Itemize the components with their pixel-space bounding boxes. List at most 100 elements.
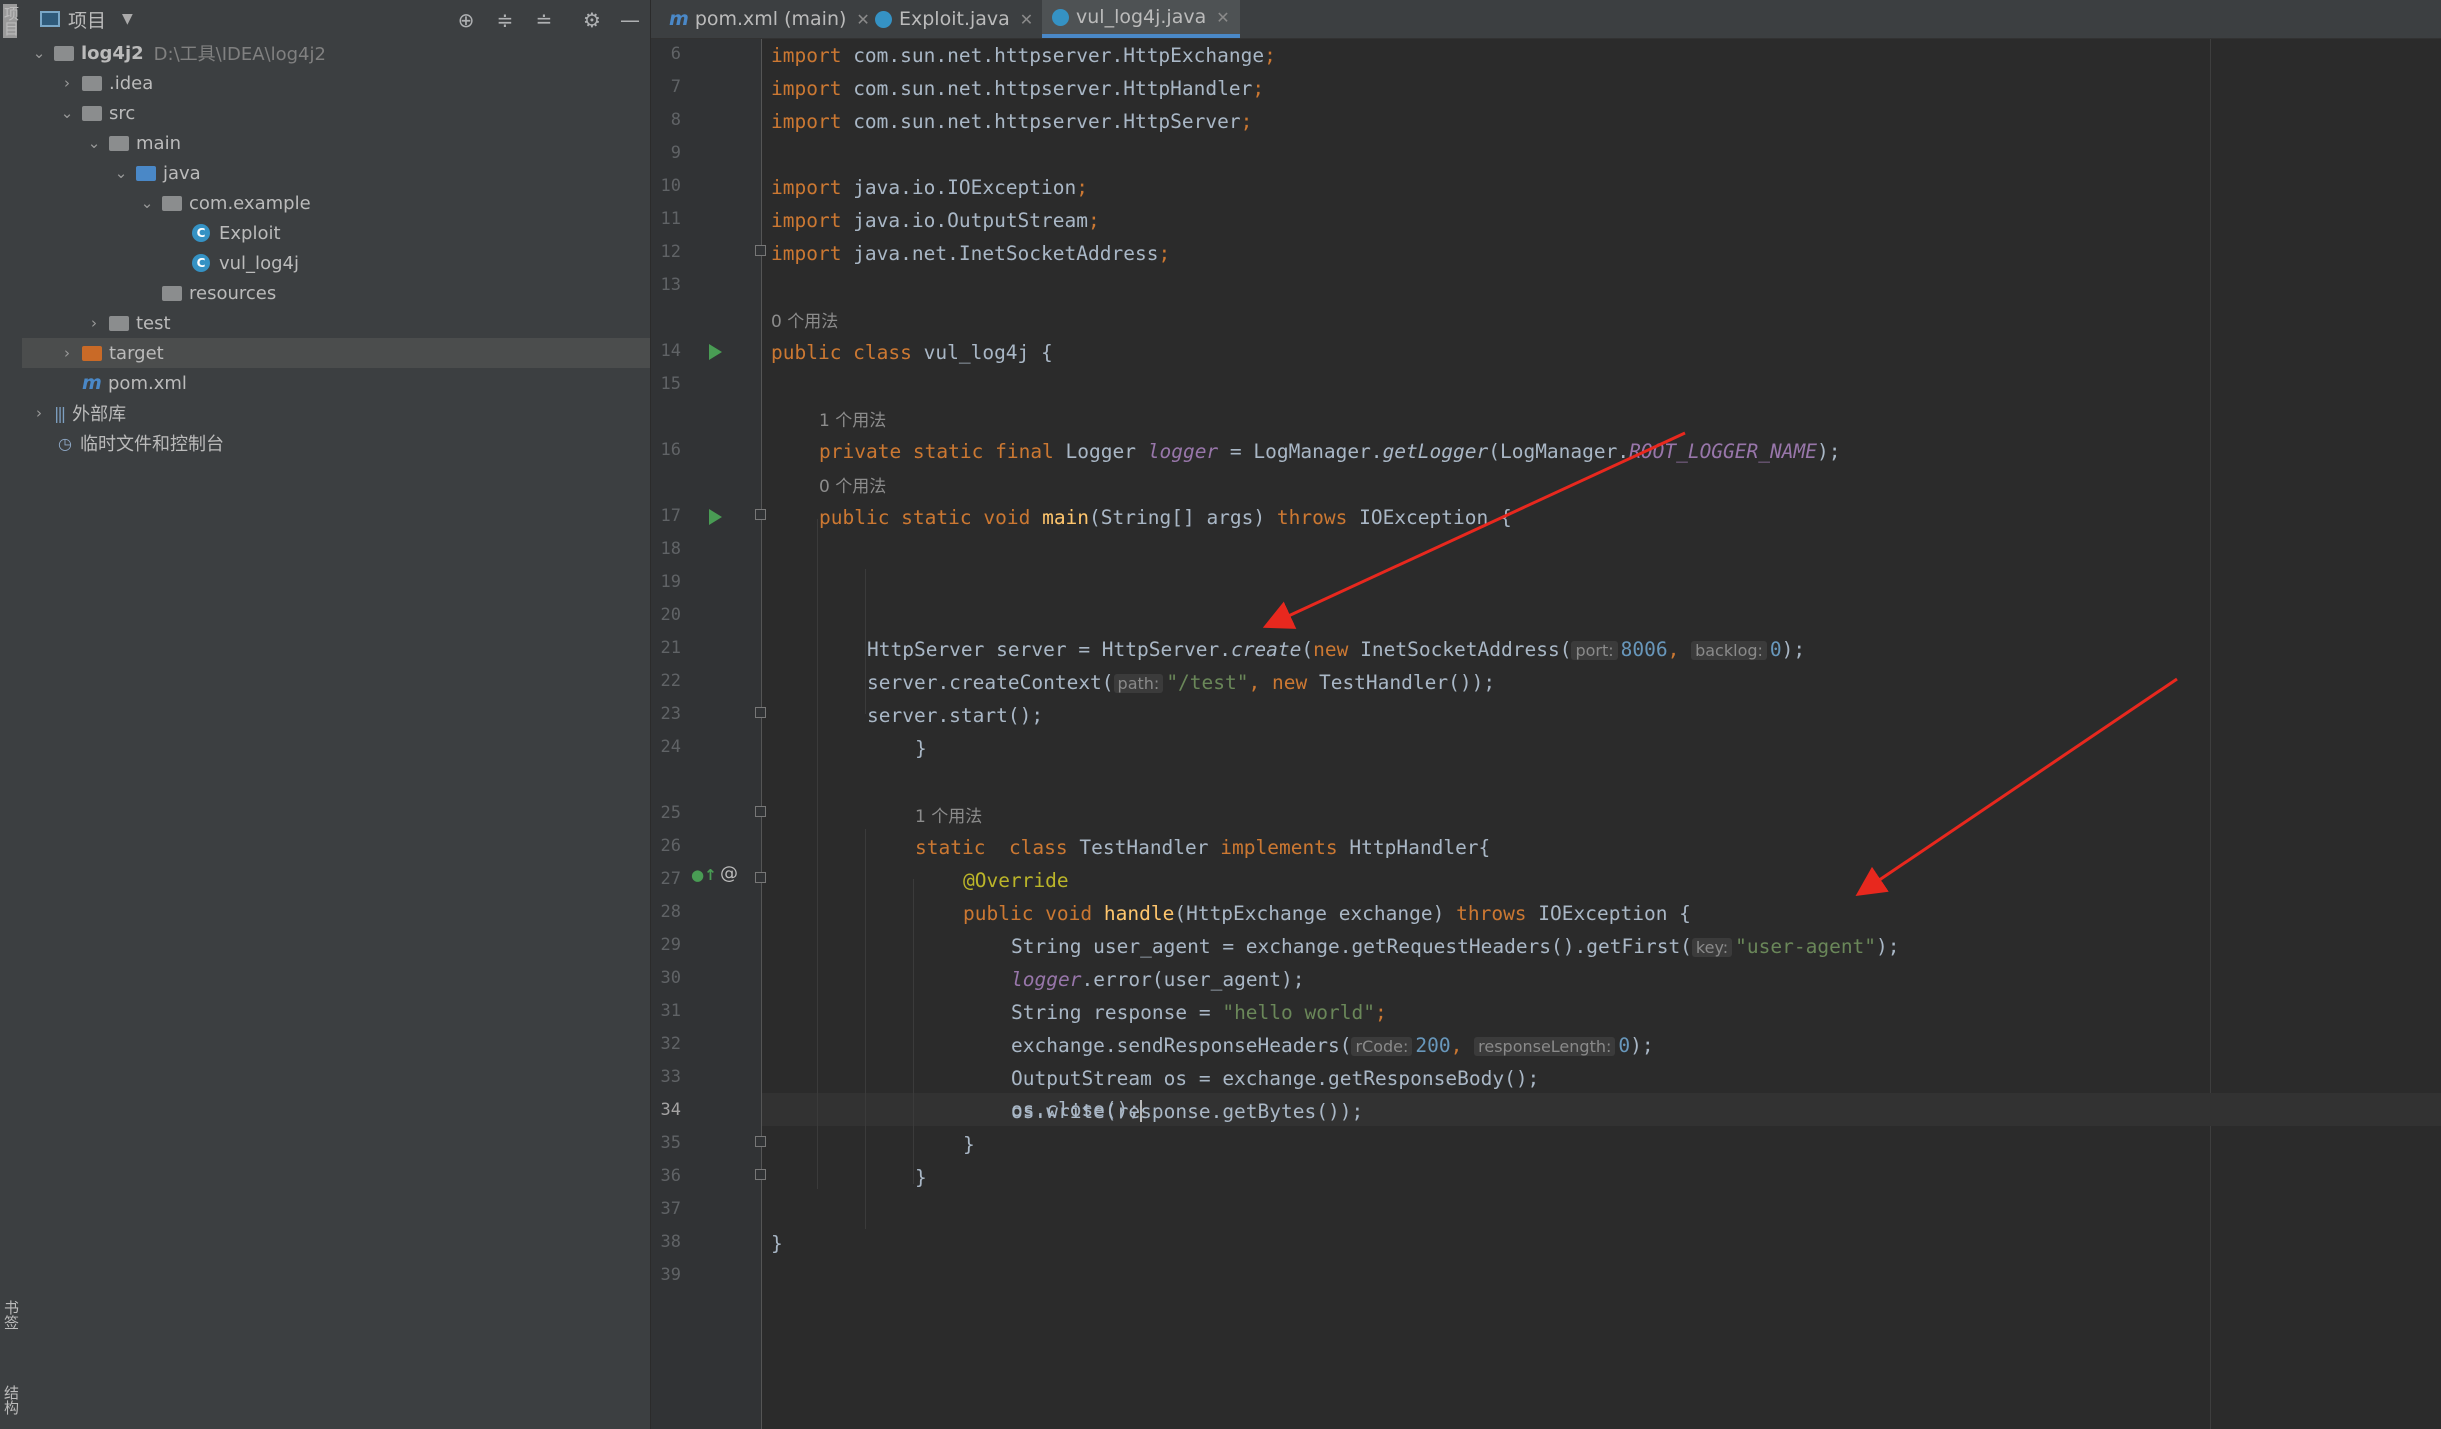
code-line-11[interactable]: import java.io.OutputStream; [771,204,1100,237]
code-token: public class [771,341,912,364]
code-token: } [771,1232,783,1255]
code-line-31[interactable]: exchange.sendResponseHeaders(rCode: 200, … [1011,1029,1654,1062]
line-number: 30 [660,968,681,988]
tree-item-idea[interactable]: › .idea [22,68,650,98]
param-hint: rCode: [1351,1037,1413,1056]
tab-vul-log4j-java[interactable]: vul_log4j.java ✕ [1042,0,1240,38]
tree-item-vul-log4j[interactable]: C vul_log4j [22,248,650,278]
fold-marker-icon[interactable] [755,707,766,718]
project-view-selector[interactable]: 项目 ▼ [40,6,133,32]
code-line-7[interactable]: import com.sun.net.httpserver.HttpHandle… [771,72,1264,105]
project-strip-label[interactable]: 项目 [2,6,20,36]
chevron-down-icon[interactable]: ⌄ [30,44,48,62]
tree-item-scratches[interactable]: ◷ 临时文件和控制台 [22,428,650,458]
tree-item-src[interactable]: ⌄ src [22,98,650,128]
fold-marker-icon[interactable] [755,872,766,883]
code-line-36[interactable]: } [915,1161,927,1194]
collapse-all-icon[interactable]: ≐ [530,6,558,34]
code-editor[interactable]: 6 7 8 9 10 11 12 13 14 15 16 17 18 19 20… [651,39,2441,1429]
expand-all-icon[interactable]: ≑ [491,6,519,34]
tree-item-resources[interactable]: resources [22,278,650,308]
bookmarks-strip-label[interactable]: 书签 [2,1300,20,1330]
chevron-right-icon[interactable]: › [58,74,76,92]
tree-item-java[interactable]: ⌄ java [22,158,650,188]
chevron-down-icon[interactable]: ⌄ [58,104,76,122]
line-number: 38 [660,1232,681,1252]
code-line-32[interactable]: OutputStream os = exchange.getResponseBo… [1011,1062,1539,1095]
tree-item-external-libraries[interactable]: › ||| 外部库 [22,398,650,428]
code-line-10[interactable]: import java.io.IOException; [771,171,1088,204]
code-line-35[interactable]: } [963,1128,975,1161]
implements-method-icon[interactable]: ●↑ [691,866,717,884]
override-at-icon[interactable]: @ [720,863,738,884]
code-line-34[interactable]: os.close(); [1011,1093,1143,1126]
close-icon[interactable]: ✕ [1020,10,1033,29]
code-token: } [915,1166,927,1189]
tab-exploit-java[interactable]: Exploit.java ✕ [865,0,1043,38]
java-class-icon [1052,8,1069,26]
run-gutter-icon[interactable] [709,344,722,360]
tree-item-exploit[interactable]: C Exploit [22,218,650,248]
tree-item-target[interactable]: › target [22,338,650,368]
code-line-6[interactable]: import com.sun.net.httpserver.HttpExchan… [771,39,1276,72]
locate-icon[interactable]: ⊕ [452,6,480,34]
close-icon[interactable]: ✕ [1216,8,1229,27]
tab-pom-xml[interactable]: m pom.xml (main) ✕ [659,0,880,38]
code-line-27[interactable]: public void handle(HttpExchange exchange… [963,897,1691,930]
tree-item-test[interactable]: › test [22,308,650,338]
param-hint: backlog: [1691,641,1767,660]
usage-hint[interactable]: 1 个用法 [819,406,886,431]
chevron-down-icon[interactable]: ⌄ [138,194,156,212]
fold-marker-icon[interactable] [755,245,766,256]
tree-item-log4j2[interactable]: ⌄ log4j2 D:\工具\IDEA\log4j2 [22,38,650,68]
fold-marker-icon[interactable] [755,1169,766,1180]
code-token: } [915,737,927,760]
code-token: java.io.IOException [841,176,1077,199]
code-line-29[interactable]: logger.error(user_agent); [1011,963,1305,996]
code-line-21[interactable]: server.createContext(path: "/test", new T… [867,666,1495,699]
fold-marker-icon[interactable] [755,509,766,520]
code-line-16[interactable]: private static final Logger logger = Log… [819,435,1840,468]
chevron-right-icon[interactable]: › [85,314,103,332]
chevron-down-icon[interactable]: ⌄ [112,164,130,182]
code-line-17[interactable]: public static void main(String[] args) t… [819,501,1512,534]
code-line-23[interactable]: } [915,732,927,765]
tree-item-com-example[interactable]: ⌄ com.example [22,188,650,218]
code-line-28[interactable]: String user_agent = exchange.getRequestH… [1011,930,1900,963]
chevron-down-icon[interactable]: ⌄ [85,134,103,152]
code-line-14[interactable]: public class vul_log4j { [771,336,1053,369]
fold-marker-icon[interactable] [755,1136,766,1147]
code-token: private static final [819,440,1054,463]
code-line-38[interactable]: } [771,1227,783,1260]
run-gutter-icon[interactable] [709,509,722,525]
hide-panel-icon[interactable]: — [616,6,644,34]
maven-icon: m [669,8,689,30]
usage-hint[interactable]: 1 个用法 [915,802,982,827]
fold-marker-icon[interactable] [755,806,766,817]
code-line-30[interactable]: String response = "hello world"; [1011,996,1387,1029]
tree-item-label: main [136,132,181,154]
java-class-icon: C [192,224,210,242]
structure-strip-label[interactable]: 结构 [2,1385,20,1415]
chevron-right-icon[interactable]: › [30,404,48,422]
usage-hint[interactable]: 0 个用法 [771,307,838,332]
line-number: 36 [660,1166,681,1186]
gear-icon[interactable]: ⚙ [578,6,606,34]
indent-guide [865,569,866,714]
code-line-22[interactable]: server.start(); [867,699,1043,732]
usage-hint[interactable]: 0 个用法 [819,472,886,497]
chevron-right-icon[interactable]: › [58,344,76,362]
code-line-8[interactable]: import com.sun.net.httpserver.HttpServer… [771,105,1252,138]
code-line-26[interactable]: @Override [963,864,1069,897]
code-line-12[interactable]: import java.net.InetSocketAddress; [771,237,1170,270]
tree-item-main[interactable]: ⌄ main [22,128,650,158]
tree-item-pom-xml[interactable]: m pom.xml [22,368,650,398]
code-token: TestHandler()); [1307,671,1496,694]
folder-icon [82,75,102,91]
code-line-20[interactable]: HttpServer server = HttpServer.create(ne… [867,633,1805,666]
maven-icon: m [82,372,102,394]
code-token: new [1271,671,1308,694]
code-line-25[interactable]: static class TestHandler implements Http… [915,831,1490,864]
right-margin-guide [2210,39,2211,1429]
